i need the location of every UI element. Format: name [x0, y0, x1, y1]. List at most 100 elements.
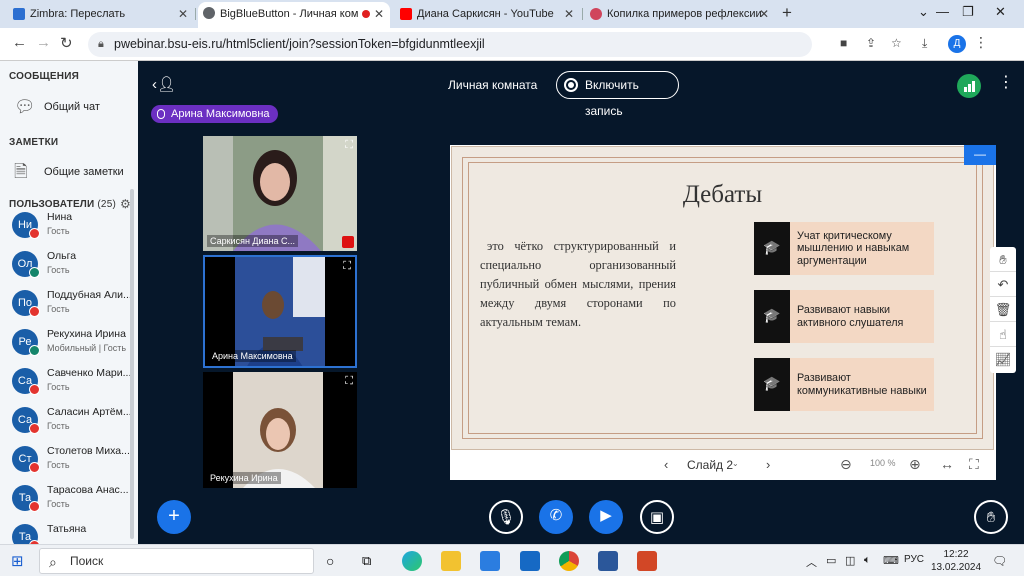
taskbar-search[interactable]: ⌕ Поиск: [39, 548, 314, 574]
tab-kopilka[interactable]: Копилка примеров рефлексии ✕: [585, 3, 775, 25]
shared-notes-label: Общие заметки: [44, 166, 124, 178]
expand-icon[interactable]: ⛶: [345, 139, 353, 152]
toggle-userlist-icon[interactable]: ‹👤︎: [152, 75, 176, 93]
camera-icon[interactable]: ■: [840, 36, 847, 50]
share-screen-button[interactable]: ▣: [640, 500, 674, 534]
back-icon[interactable]: ←: [12, 34, 27, 51]
star-icon[interactable]: ☆: [891, 36, 902, 50]
next-slide-icon[interactable]: ›: [766, 457, 770, 472]
file-explorer-icon[interactable]: [441, 551, 461, 571]
graduation-cap-icon: [754, 290, 790, 343]
close-tab-icon[interactable]: ✕: [374, 2, 384, 26]
forward-icon[interactable]: →: [36, 34, 51, 51]
talking-indicator[interactable]: Арина Максимовна: [151, 105, 278, 123]
close-tab-icon[interactable]: ✕: [178, 3, 188, 25]
download-icon[interactable]: ⤓: [922, 36, 927, 51]
raise-hand-button[interactable]: ✋︎: [974, 500, 1008, 534]
volume-icon[interactable]: 🔈︎: [864, 554, 871, 567]
zoom-level: 100 %: [870, 458, 896, 468]
slide-card: Развивают навыки активного слушателя: [754, 290, 934, 343]
expand-icon[interactable]: ⛶: [345, 375, 353, 388]
muted-mic-icon: [29, 306, 40, 317]
video-tile-active[interactable]: ⛶ Арина Максимовна: [203, 255, 357, 368]
word-icon[interactable]: [598, 551, 618, 571]
address-bar-row: ← → ↻ 🔒︎ pwebinar.bsu-eis.ru/html5client…: [0, 28, 1024, 61]
tab-youtube[interactable]: Диана Саркисян - YouTube ✕: [395, 3, 580, 25]
notifications-icon[interactable]: 🗨︎: [992, 554, 1007, 568]
network-icon[interactable]: ◫: [845, 554, 855, 567]
date: 13.02.2024: [931, 562, 982, 573]
user-list-item[interactable]: Са Савченко Мари... Гость: [12, 364, 136, 402]
tab-bigbluebutton[interactable]: BigBlueButton - Личная ком ✕: [198, 2, 390, 28]
close-window-icon[interactable]: ✕: [995, 4, 1006, 20]
record-button[interactable]: Включить запись: [556, 71, 679, 118]
chevron-down-icon[interactable]: ⌄: [918, 4, 929, 20]
multi-user-icon[interactable]: ☝: [990, 322, 1016, 347]
clock[interactable]: 12:22 13.02.2024: [931, 548, 981, 574]
expand-icon[interactable]: ⛶: [343, 260, 351, 273]
minimize-icon[interactable]: —: [936, 4, 949, 19]
close-tab-icon[interactable]: ✕: [759, 3, 769, 25]
video-tile[interactable]: ⛶ Саркисян Диана С...: [203, 136, 357, 251]
keyboard-icon[interactable]: ⌨: [883, 554, 899, 567]
user-list-item[interactable]: Ни Нина Гость: [12, 208, 136, 246]
more-vert-icon[interactable]: ⋮: [974, 34, 988, 51]
new-tab-button[interactable]: +: [782, 3, 792, 23]
fit-width-icon[interactable]: ↔: [940, 456, 954, 472]
user-list-item[interactable]: Та Тарасова Анас... Гость: [12, 481, 136, 519]
chevron-up-icon[interactable]: ︿: [806, 554, 817, 570]
tab-zimbra[interactable]: Zimbra: Переслать ✕: [8, 3, 194, 25]
battery-icon[interactable]: ▭: [826, 554, 836, 567]
url-field[interactable]: 🔒︎ pwebinar.bsu-eis.ru/html5client/join?…: [88, 32, 812, 57]
language-indicator[interactable]: РУС: [904, 554, 924, 565]
user-list-item[interactable]: Та Татьяна: [12, 520, 136, 544]
browser-tab-bar: Zimbra: Переслать ✕ BigBlueButton - Личн…: [0, 0, 1024, 28]
user-role: Гость: [47, 304, 70, 314]
store-icon[interactable]: [480, 551, 500, 571]
whiteboard-icon[interactable]: 📈︎: [990, 347, 1016, 372]
fullscreen-icon[interactable]: ⛶: [969, 456, 979, 473]
zoom-out-icon[interactable]: ⊖: [840, 456, 852, 473]
powerpoint-icon[interactable]: [637, 551, 657, 571]
user-list-item[interactable]: Са Саласин Артём... Гость: [12, 403, 136, 441]
user-name: Ольга: [47, 250, 77, 262]
close-tab-icon[interactable]: ✕: [564, 3, 574, 25]
hand-tool-icon[interactable]: ✋︎: [990, 247, 1016, 272]
user-role: Гость: [47, 460, 70, 470]
mail-icon[interactable]: [520, 551, 540, 571]
restore-icon[interactable]: ❐: [962, 4, 974, 20]
prev-slide-icon[interactable]: ‹: [664, 457, 668, 472]
chrome-icon[interactable]: [559, 551, 579, 571]
slide-selector[interactable]: Слайд 2: [687, 458, 733, 472]
user-list-item[interactable]: По Поддубная Али... Гость: [12, 286, 136, 324]
mute-mic-button[interactable]: 🎙︎: [489, 500, 523, 534]
undo-icon[interactable]: ↶: [990, 272, 1016, 297]
video-tile[interactable]: ⛶ Рекухина Ирина: [203, 372, 357, 488]
user-role: Гость: [47, 421, 70, 431]
more-vert-icon[interactable]: ⋮: [998, 75, 1014, 91]
public-chat-item[interactable]: 💬︎ Общий чат: [12, 94, 100, 120]
minimize-presentation-button[interactable]: —: [964, 145, 996, 165]
tab-title: Копилка примеров рефлексии: [607, 8, 762, 20]
task-view-icon[interactable]: ⧉: [362, 551, 382, 571]
windows-start-icon[interactable]: ⊞: [11, 552, 24, 570]
chevron-down-icon[interactable]: ⌄: [732, 459, 739, 468]
shared-notes-item[interactable]: 🗎 Общие заметки: [12, 159, 124, 185]
trash-icon[interactable]: 🗑︎: [990, 297, 1016, 322]
user-list-item[interactable]: Ре Рекухина Ирина Мобильный | Гость: [12, 325, 136, 363]
reload-icon[interactable]: ↻: [60, 34, 73, 52]
connection-status-icon[interactable]: [957, 74, 981, 98]
actions-plus-button[interactable]: +: [157, 500, 191, 534]
share-icon[interactable]: ⇪: [866, 36, 876, 50]
search-placeholder: Поиск: [70, 554, 104, 568]
cortana-icon[interactable]: ○: [326, 551, 346, 571]
profile-avatar[interactable]: Д: [948, 35, 966, 53]
edge-icon[interactable]: [402, 551, 422, 571]
leave-audio-button[interactable]: ✆: [539, 500, 573, 534]
zoom-in-icon[interactable]: ⊕: [909, 456, 921, 473]
video-button[interactable]: ▶︎: [589, 500, 623, 534]
user-list-scrollbar[interactable]: [130, 189, 134, 539]
slide[interactable]: Дебаты это чётко структурированный и спе…: [451, 146, 994, 450]
user-list-item[interactable]: Ст Столетов Миха... Гость: [12, 442, 136, 480]
user-list-item[interactable]: Ол Ольга Гость: [12, 247, 136, 285]
